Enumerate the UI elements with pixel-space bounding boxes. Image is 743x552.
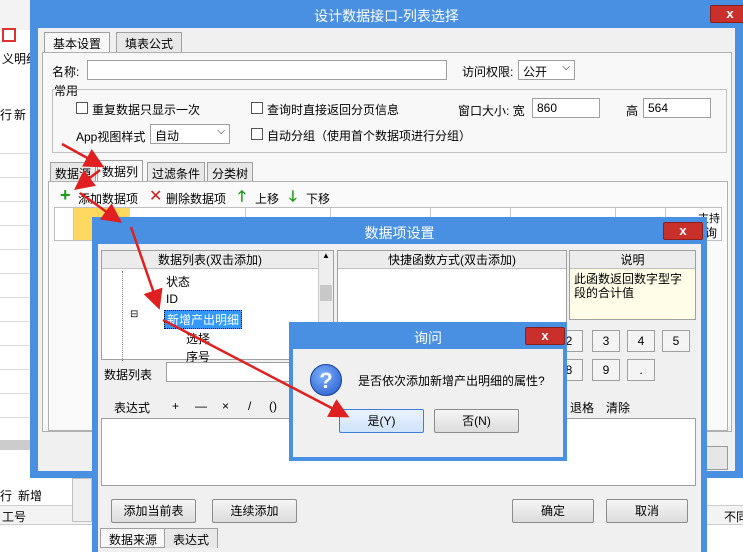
annotation-arrows [61, 142, 350, 418]
arrow-to-selected-cell [79, 191, 123, 223]
arrow-to-yes-button [162, 318, 350, 418]
arrow-to-tree-item [129, 226, 163, 310]
arrow-to-datacolumns-tab [61, 142, 105, 168]
arrow-to-add-button [74, 169, 101, 191]
